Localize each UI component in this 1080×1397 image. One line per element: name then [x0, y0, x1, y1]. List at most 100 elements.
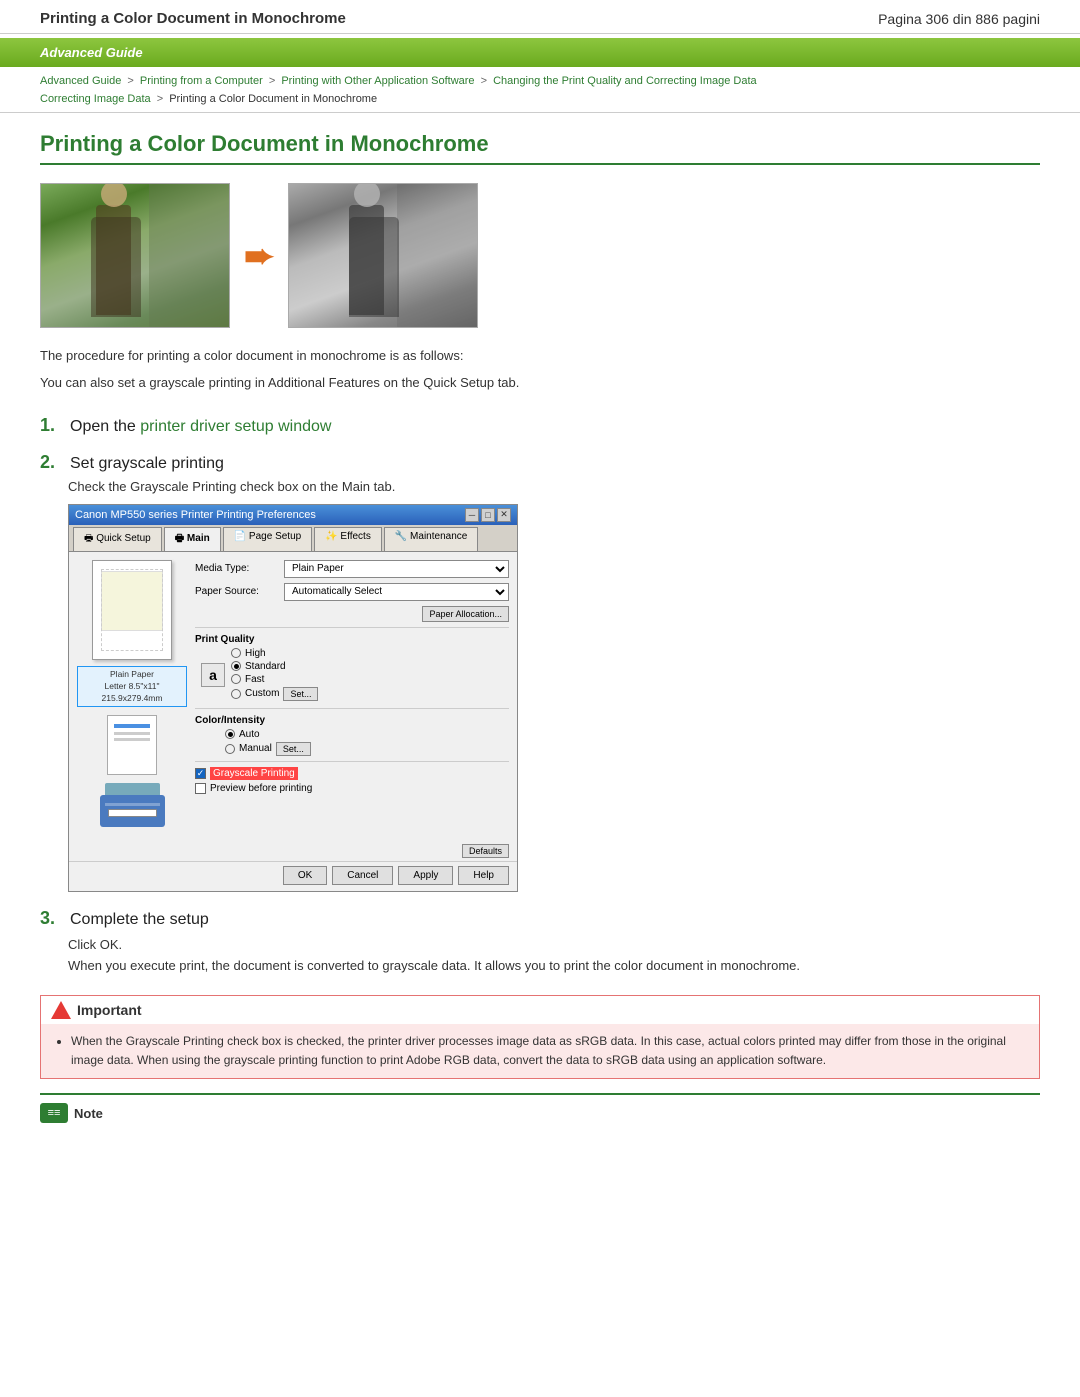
- ci-auto-row: Auto: [225, 729, 509, 740]
- pq-high-label: High: [245, 648, 266, 659]
- paper-label: Plain PaperLetter 8.5"x11" 215.9x279.4mm: [77, 666, 187, 708]
- paper-source-row: Paper Source: Automatically Select: [195, 583, 509, 601]
- tab-page-setup[interactable]: 📄 Page Setup: [223, 527, 313, 551]
- breadcrumb-link-other-app[interactable]: Printing with Other Application Software: [281, 75, 474, 87]
- step-3: 3. Complete the setup Click OK. When you…: [40, 908, 1040, 977]
- ci-auto-label: Auto: [239, 729, 260, 740]
- note-title: Note: [74, 1106, 103, 1121]
- step-3-title: Complete the setup: [70, 911, 209, 929]
- grayscale-label: Grayscale Printing: [210, 767, 298, 780]
- important-content: When the Grayscale Printing check box is…: [41, 1024, 1039, 1078]
- media-type-label: Media Type:: [195, 563, 280, 574]
- page-title: Printing a Color Document in Monochrome: [40, 10, 346, 27]
- ok-button[interactable]: OK: [283, 866, 327, 885]
- step-2-title: Set grayscale printing: [70, 455, 224, 473]
- tab-maintenance[interactable]: 🔧 Maintenance: [384, 527, 479, 551]
- tab-main[interactable]: 🖶 Main: [164, 527, 221, 551]
- ci-manual-label: Manual: [239, 743, 272, 754]
- grayscale-image: [288, 183, 478, 328]
- ci-auto-radio[interactable]: [225, 729, 235, 739]
- step-1-title: Open the printer driver setup window: [70, 418, 331, 436]
- print-quality-icon: a: [201, 663, 225, 687]
- ci-set-button[interactable]: Set...: [276, 742, 311, 756]
- defaults-button[interactable]: Defaults: [462, 844, 509, 858]
- breadcrumb-link-advanced-guide[interactable]: Advanced Guide: [40, 75, 121, 87]
- step-2-number: 2.: [40, 452, 62, 473]
- ci-manual-radio[interactable]: [225, 744, 235, 754]
- pq-standard-row: Standard: [231, 661, 318, 672]
- important-box: Important When the Grayscale Printing ch…: [40, 995, 1040, 1079]
- paper-allocation-button[interactable]: Paper Allocation...: [422, 606, 509, 622]
- paper-source-label: Paper Source:: [195, 586, 280, 597]
- note-box: ≡≡ Note: [40, 1093, 1040, 1129]
- page-number: Pagina 306 din 886 pagini: [878, 11, 1040, 27]
- color-intensity-label: Color/Intensity: [195, 715, 509, 726]
- main-content: Printing a Color Document in Monochrome …: [0, 113, 1080, 1159]
- advanced-guide-bar: Advanced Guide: [0, 38, 1080, 67]
- dialog-body: Plain PaperLetter 8.5"x11" 215.9x279.4mm: [69, 552, 517, 842]
- dialog-title: Canon MP550 series Printer Printing Pref…: [75, 509, 316, 521]
- pq-set-button[interactable]: Set...: [283, 687, 318, 701]
- pq-high-row: High: [231, 648, 318, 659]
- minimize-btn[interactable]: ─: [465, 508, 479, 522]
- tab-effects[interactable]: ✨ Effects: [314, 527, 382, 551]
- print-quality-label: Print Quality: [195, 634, 509, 645]
- media-type-select[interactable]: Plain Paper: [284, 560, 509, 578]
- dialog-options-panel: Media Type: Plain Paper Paper Source: Au…: [195, 560, 509, 834]
- step-3-desc2: When you execute print, the document is …: [68, 956, 1040, 977]
- grayscale-row: ✓ Grayscale Printing: [195, 767, 509, 780]
- apply-button[interactable]: Apply: [398, 866, 453, 885]
- pq-standard-radio[interactable]: [231, 661, 241, 671]
- important-title: Important: [77, 1002, 142, 1018]
- intro-line2: You can also set a grayscale printing in…: [40, 373, 1040, 394]
- grayscale-checkbox[interactable]: ✓: [195, 768, 206, 779]
- breadcrumb-link-quality[interactable]: Changing the Print Quality and Correctin…: [493, 75, 757, 87]
- pq-custom-radio[interactable]: [231, 689, 241, 699]
- page-header: Printing a Color Document in Monochrome …: [0, 0, 1080, 34]
- close-btn[interactable]: ✕: [497, 508, 511, 522]
- dialog-preview-panel: Plain PaperLetter 8.5"x11" 215.9x279.4mm: [77, 560, 187, 834]
- step-1-number: 1.: [40, 415, 62, 436]
- pq-fast-label: Fast: [245, 674, 264, 685]
- paper-preview: [92, 560, 172, 660]
- pq-fast-row: Fast: [231, 674, 318, 685]
- step-3-desc1: Click OK.: [68, 935, 1040, 956]
- preview-label: Preview before printing: [210, 783, 312, 794]
- image-comparison: ➨: [40, 183, 1040, 328]
- printer-driver-link[interactable]: printer driver setup window: [140, 418, 331, 435]
- dialog-tabs: 🖶 Quick Setup 🖶 Main 📄 Page Setup ✨ Effe…: [69, 525, 517, 552]
- preview-checkbox[interactable]: [195, 783, 206, 794]
- main-heading: Printing a Color Document in Monochrome: [40, 131, 1040, 165]
- conversion-arrow: ➨: [244, 235, 274, 277]
- step-3-number: 3.: [40, 908, 62, 929]
- paper-icon: [107, 715, 157, 775]
- cancel-button[interactable]: Cancel: [332, 866, 393, 885]
- printer-icon: [97, 783, 167, 827]
- pq-high-radio[interactable]: [231, 648, 241, 658]
- help-button[interactable]: Help: [458, 866, 509, 885]
- advanced-guide-label: Advanced Guide: [40, 45, 143, 60]
- important-item-1: When the Grayscale Printing check box is…: [71, 1032, 1027, 1070]
- pq-custom-label: Custom: [245, 688, 279, 699]
- pq-standard-label: Standard: [245, 661, 286, 672]
- tab-quick-setup[interactable]: 🖶 Quick Setup: [73, 527, 162, 551]
- pq-custom-row: Custom Set...: [231, 687, 318, 701]
- dialog-footer: OK Cancel Apply Help: [69, 861, 517, 891]
- dialog-titlebar: Canon MP550 series Printer Printing Pref…: [69, 505, 517, 525]
- paper-source-select[interactable]: Automatically Select: [284, 583, 509, 601]
- step-2: 2. Set grayscale printing Check the Gray…: [40, 452, 1040, 893]
- breadcrumb-link-printing-computer[interactable]: Printing from a Computer: [140, 75, 263, 87]
- note-icon: ≡≡: [40, 1103, 68, 1123]
- breadcrumb-link-correcting[interactable]: Correcting Image Data: [40, 93, 151, 105]
- important-triangle-icon: [51, 1001, 71, 1019]
- preview-row: Preview before printing: [195, 783, 509, 794]
- ci-manual-row: Manual Set...: [225, 742, 509, 756]
- restore-btn[interactable]: □: [481, 508, 495, 522]
- intro-line1: The procedure for printing a color docum…: [40, 346, 1040, 367]
- breadcrumb-current: Printing a Color Document in Monochrome: [169, 93, 377, 105]
- step-1: 1. Open the printer driver setup window: [40, 415, 1040, 436]
- step-2-description: Check the Grayscale Printing check box o…: [68, 479, 1040, 494]
- pq-fast-radio[interactable]: [231, 674, 241, 684]
- dialog-screenshot: Canon MP550 series Printer Printing Pref…: [68, 504, 518, 893]
- color-image: [40, 183, 230, 328]
